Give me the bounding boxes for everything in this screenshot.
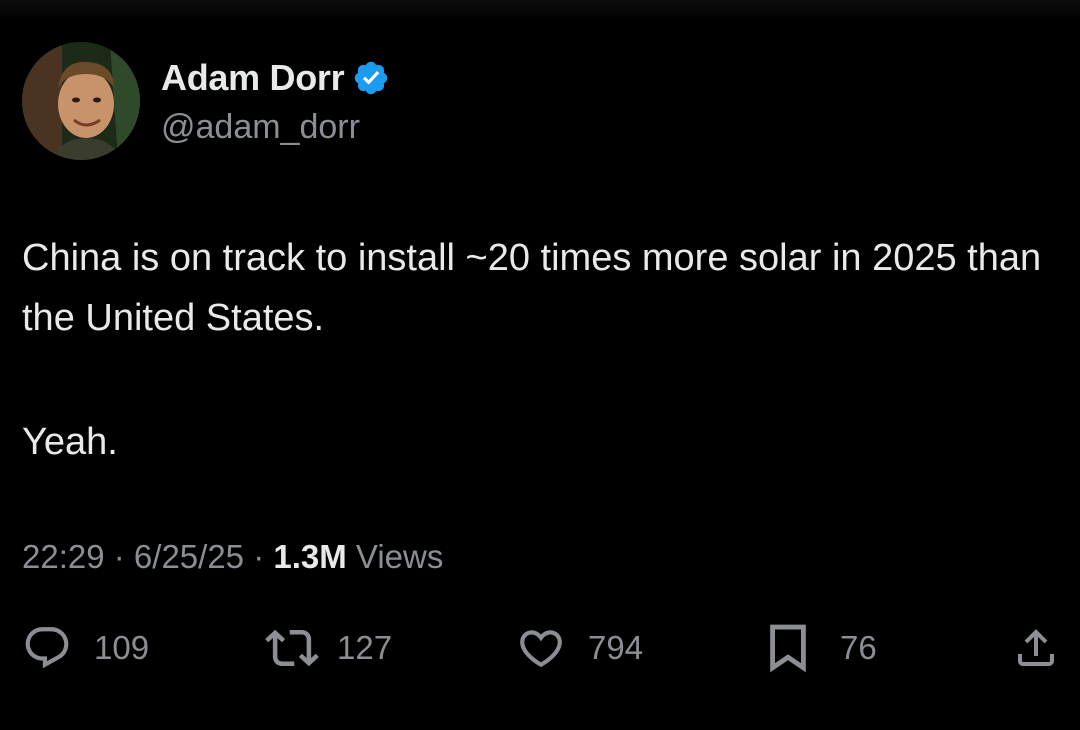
views-label: Views xyxy=(346,538,444,575)
bookmark-button[interactable]: 76 xyxy=(766,618,877,678)
avatar-image xyxy=(22,42,140,160)
speech-bubble-icon xyxy=(22,623,72,673)
tweet-metadata: 22:29 · 6/25/25 · 1.3M Views xyxy=(22,538,443,576)
like-count: 794 xyxy=(588,629,644,666)
tweet-paragraph: Yeah. xyxy=(22,421,118,463)
bookmark-count: 76 xyxy=(840,629,877,666)
tweet-text: China is on track to install ~20 times m… xyxy=(22,228,1062,472)
like-button[interactable]: 794 xyxy=(516,618,643,678)
views-count: 1.3M xyxy=(273,538,347,575)
verified-badge-icon[interactable] xyxy=(352,59,390,97)
top-edge-shade xyxy=(0,0,1080,22)
reply-button[interactable]: 109 xyxy=(22,618,149,678)
heart-icon xyxy=(516,623,566,673)
repost-count: 127 xyxy=(337,629,393,666)
author-name-row[interactable]: Adam Dorr xyxy=(161,56,390,100)
meta-separator: · xyxy=(104,538,134,575)
author-handle[interactable]: @adam_dorr xyxy=(161,108,360,147)
repost-button[interactable]: 127 xyxy=(265,618,392,678)
share-button[interactable] xyxy=(1012,618,1060,678)
avatar[interactable] xyxy=(22,42,140,160)
bookmark-icon xyxy=(766,621,810,675)
share-upload-icon xyxy=(1012,623,1060,673)
reply-count: 109 xyxy=(94,629,150,666)
author-display-name[interactable]: Adam Dorr xyxy=(161,57,345,99)
tweet-time[interactable]: 22:29 xyxy=(22,538,105,575)
action-bar: 109 127 794 76 xyxy=(0,618,1080,678)
meta-separator: · xyxy=(244,538,274,575)
tweet-paragraph: China is on track to install ~20 times m… xyxy=(22,237,1042,339)
repost-arrows-icon xyxy=(265,621,319,675)
tweet-date[interactable]: 6/25/25 xyxy=(134,538,244,575)
